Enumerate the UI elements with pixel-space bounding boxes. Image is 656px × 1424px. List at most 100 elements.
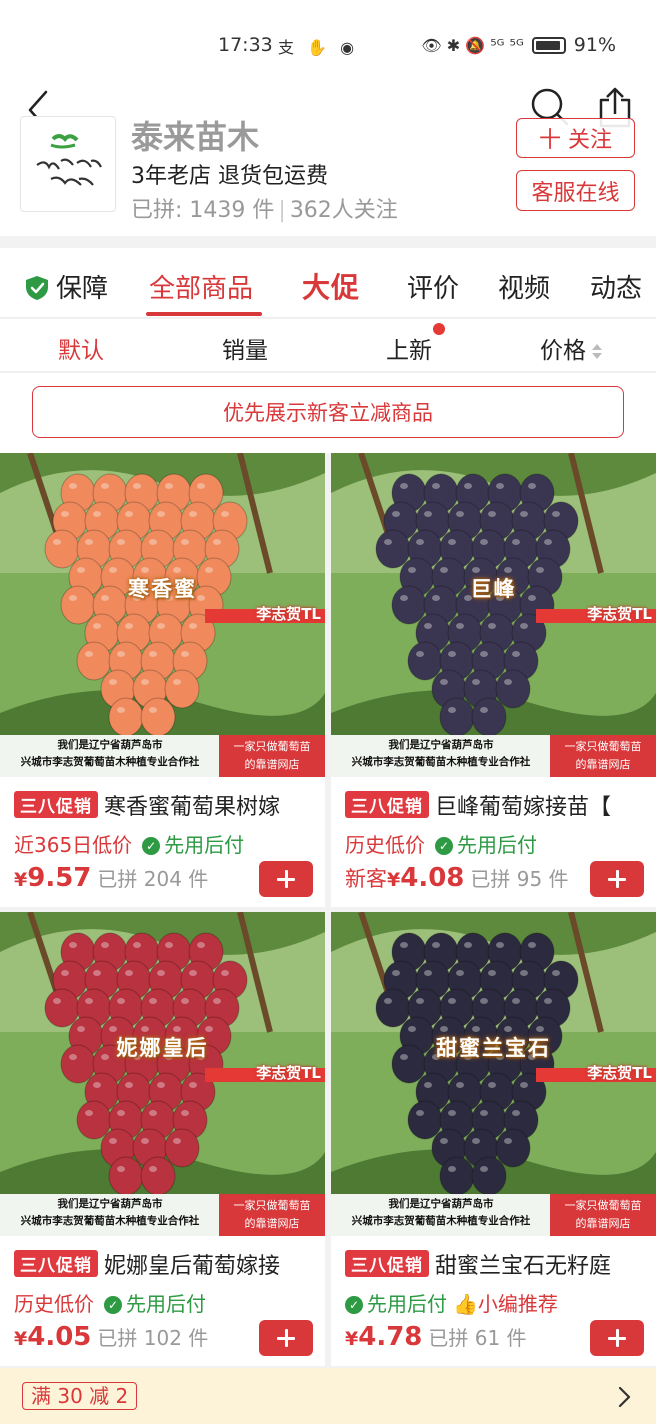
variety-caption: 巨峰 <box>470 577 517 601</box>
product-title[interactable]: 三八促销 巨峰葡萄嫁接苗【 <box>345 789 651 821</box>
sold-count: 已拼 204 件 <box>97 867 209 891</box>
add-to-cart-button[interactable] <box>259 1320 313 1356</box>
status-left-icons: 支 ✋ ◉ <box>278 38 359 57</box>
product-title-text: 寒香蜜葡萄果树嫁 <box>104 795 281 820</box>
product-price: ¥9.57 已拼 204 件 <box>14 863 208 893</box>
price-value: 9.57 <box>27 863 92 893</box>
product-title[interactable]: 三八促销 寒香蜜葡萄果树嫁 <box>14 789 320 821</box>
shop-follower-count: 362人关注 <box>289 198 398 223</box>
sort-new[interactable]: 上新 <box>386 331 432 365</box>
pay-later-tag: ✓ 先用后付 <box>142 833 244 857</box>
tab-reviews[interactable]: 评价 <box>407 268 459 305</box>
coupon-bar[interactable]: 满 30 减 2 <box>0 1368 656 1424</box>
shop-subtitle: 3年老店 退货包运费 <box>131 164 328 189</box>
tab-updates[interactable]: 动态 <box>590 268 642 305</box>
battery-percent: 91% <box>573 34 616 56</box>
product-price: 新客¥4.08 已拼 95 件 <box>345 863 569 893</box>
add-to-cart-button[interactable] <box>590 1320 644 1356</box>
watermark: 李志贺TL <box>587 1064 652 1082</box>
pay-later-tag: ✓ 先用后付 <box>435 833 537 857</box>
thumbs-up-icon: 👍 <box>453 1292 478 1316</box>
promo-tag: 三八促销 <box>345 1250 429 1277</box>
status-right-icons: 👁 ✱ 🔕 ⁵ᴳ ⁵ᴳ <box>421 35 524 55</box>
footer-line-2: 兴城市李志贺葡萄苗木种植专业合作社 <box>351 1215 531 1227</box>
image-footer: 我们是辽宁省葫芦岛市 兴城市李志贺葡萄苗木种植专业合作社 一家只做葡萄苗 的靠谱… <box>0 735 325 777</box>
shop-logo[interactable] <box>20 116 116 212</box>
currency-symbol: ¥ <box>345 1328 359 1350</box>
product-image[interactable]: 甜蜜兰宝石 李志贺TL 我们是辽宁省葫芦岛市 兴城市李志贺葡萄苗木种植专业合作社… <box>331 912 656 1236</box>
product-card[interactable]: 寒香蜜 李志贺TL 我们是辽宁省葫芦岛市 兴城市李志贺葡萄苗木种植专业合作社 一… <box>0 453 325 907</box>
pay-later-icon: ✓ <box>345 1296 363 1314</box>
new-customer-banner[interactable]: 优先展示新客立减商品 <box>32 386 624 438</box>
status-time: 17:33 <box>218 34 273 56</box>
sort-default[interactable]: 默认 <box>58 331 104 365</box>
footer-right-line-2: 的靠谱网店 <box>244 758 300 771</box>
pay-later-icon: ✓ <box>142 837 161 855</box>
footer-line-2: 兴城市李志贺葡萄苗木种植专业合作社 <box>20 1215 200 1227</box>
image-footer-right: 一家只做葡萄苗 的靠谱网店 <box>219 735 325 777</box>
watermark: 李志贺TL <box>256 1064 321 1082</box>
tab-all-products[interactable]: 全部商品 <box>149 268 253 305</box>
footer-line-1: 我们是辽宁省葫芦岛市 <box>388 739 494 751</box>
footer-right-line-2: 的靠谱网店 <box>575 1217 631 1230</box>
add-to-cart-button[interactable] <box>590 861 644 897</box>
image-footer-right: 一家只做葡萄苗 的靠谱网店 <box>550 1194 656 1236</box>
shop-name[interactable]: 泰来苗木 <box>131 112 259 158</box>
pay-later-tag: ✓ 先用后付 <box>104 1292 206 1316</box>
tab-guarantee-label: 保障 <box>56 274 109 304</box>
image-footer: 我们是辽宁省葫芦岛市 兴城市李志贺葡萄苗木种植专业合作社 一家只做葡萄苗 的靠谱… <box>331 735 656 777</box>
customer-service-button[interactable]: 客服在线 <box>516 170 635 211</box>
follow-button[interactable]: 十 关注 <box>516 118 635 158</box>
footer-line-1: 我们是辽宁省葫芦岛市 <box>57 739 163 751</box>
new-dot-badge <box>433 323 445 335</box>
variety-caption: 妮娜皇后 <box>116 1036 209 1060</box>
add-to-cart-button[interactable] <box>259 861 313 897</box>
shield-icon <box>26 276 48 300</box>
product-card[interactable]: 巨峰 李志贺TL 我们是辽宁省葫芦岛市 兴城市李志贺葡萄苗木种植专业合作社 一家… <box>331 453 656 907</box>
price-value: 4.78 <box>358 1322 423 1352</box>
currency-symbol: ¥ <box>387 869 401 891</box>
price-value: 4.08 <box>400 863 465 893</box>
product-title-text: 甜蜜兰宝石无籽庭 <box>435 1254 612 1279</box>
shop-header: 泰来苗木 3年老店 退货包运费 已拼: 1439 件 | 362人关注 十 关注 客… <box>0 87 656 236</box>
product-card[interactable]: 妮娜皇后 李志贺TL 我们是辽宁省葫芦岛市 兴城市李志贺葡萄苗木种植专业合作社 … <box>0 912 325 1366</box>
battery-icon <box>531 36 566 54</box>
sort-arrows-icon <box>592 342 602 362</box>
image-footer: 我们是辽宁省葫芦岛市 兴城市李志贺葡萄苗木种植专业合作社 一家只做葡萄苗 的靠谱… <box>0 1194 325 1236</box>
low-price-tag: 历史低价 <box>345 833 425 857</box>
low-price-tag: 近365日低价 <box>14 833 133 857</box>
product-image[interactable]: 妮娜皇后 李志贺TL 我们是辽宁省葫芦岛市 兴城市李志贺葡萄苗木种植专业合作社 … <box>0 912 325 1236</box>
tab-videos[interactable]: 视频 <box>498 268 550 305</box>
price-value: 4.05 <box>27 1322 92 1352</box>
footer-right-line-2: 的靠谱网店 <box>244 1217 300 1230</box>
sort-price-label: 价格 <box>540 338 586 364</box>
product-image[interactable]: 巨峰 李志贺TL 我们是辽宁省葫芦岛市 兴城市李志贺葡萄苗木种植专业合作社 一家… <box>331 453 656 777</box>
variety-caption: 寒香蜜 <box>128 577 197 601</box>
promo-tag: 三八促销 <box>345 791 429 818</box>
product-tags: 近365日低价 ✓ 先用后付 <box>14 829 244 858</box>
product-tags: ✓ 先用后付 👍小编推荐 <box>345 1288 558 1317</box>
footer-right-line-1: 一家只做葡萄苗 <box>564 740 642 753</box>
footer-right-line-2: 的靠谱网店 <box>575 758 631 771</box>
chevron-right-icon <box>618 1386 631 1408</box>
footer-line-1: 我们是辽宁省葫芦岛市 <box>388 1198 494 1210</box>
tab-promotion[interactable]: 大促 <box>302 266 360 306</box>
pay-later-label: 先用后付 <box>367 1292 447 1316</box>
banner-section: 优先展示新客立减商品 <box>0 373 656 453</box>
footer-right-line-1: 一家只做葡萄苗 <box>233 1199 311 1212</box>
sort-sales[interactable]: 销量 <box>222 331 268 365</box>
product-tags: 历史低价 ✓ 先用后付 <box>345 829 537 858</box>
tab-guarantee[interactable]: 保障 <box>24 268 108 305</box>
product-title[interactable]: 三八促销 甜蜜兰宝石无籽庭 <box>345 1248 651 1280</box>
product-price: ¥4.78 已拼 61 件 <box>345 1322 527 1352</box>
pay-later-icon: ✓ <box>104 1296 122 1314</box>
pay-later-label: 先用后付 <box>457 833 537 857</box>
product-title-text: 巨峰葡萄嫁接苗【 <box>435 795 612 820</box>
product-title[interactable]: 三八促销 妮娜皇后葡萄嫁接 <box>14 1248 320 1280</box>
sort-price[interactable]: 价格 <box>540 331 602 365</box>
product-card[interactable]: 甜蜜兰宝石 李志贺TL 我们是辽宁省葫芦岛市 兴城市李志贺葡萄苗木种植专业合作社… <box>331 912 656 1366</box>
image-footer-right: 一家只做葡萄苗 的靠谱网店 <box>550 735 656 777</box>
image-footer: 我们是辽宁省葫芦岛市 兴城市李志贺葡萄苗木种植专业合作社 一家只做葡萄苗 的靠谱… <box>331 1194 656 1236</box>
pay-later-tag: ✓ 先用后付 <box>345 1292 447 1316</box>
product-image[interactable]: 寒香蜜 李志贺TL 我们是辽宁省葫芦岛市 兴城市李志贺葡萄苗木种植专业合作社 一… <box>0 453 325 777</box>
